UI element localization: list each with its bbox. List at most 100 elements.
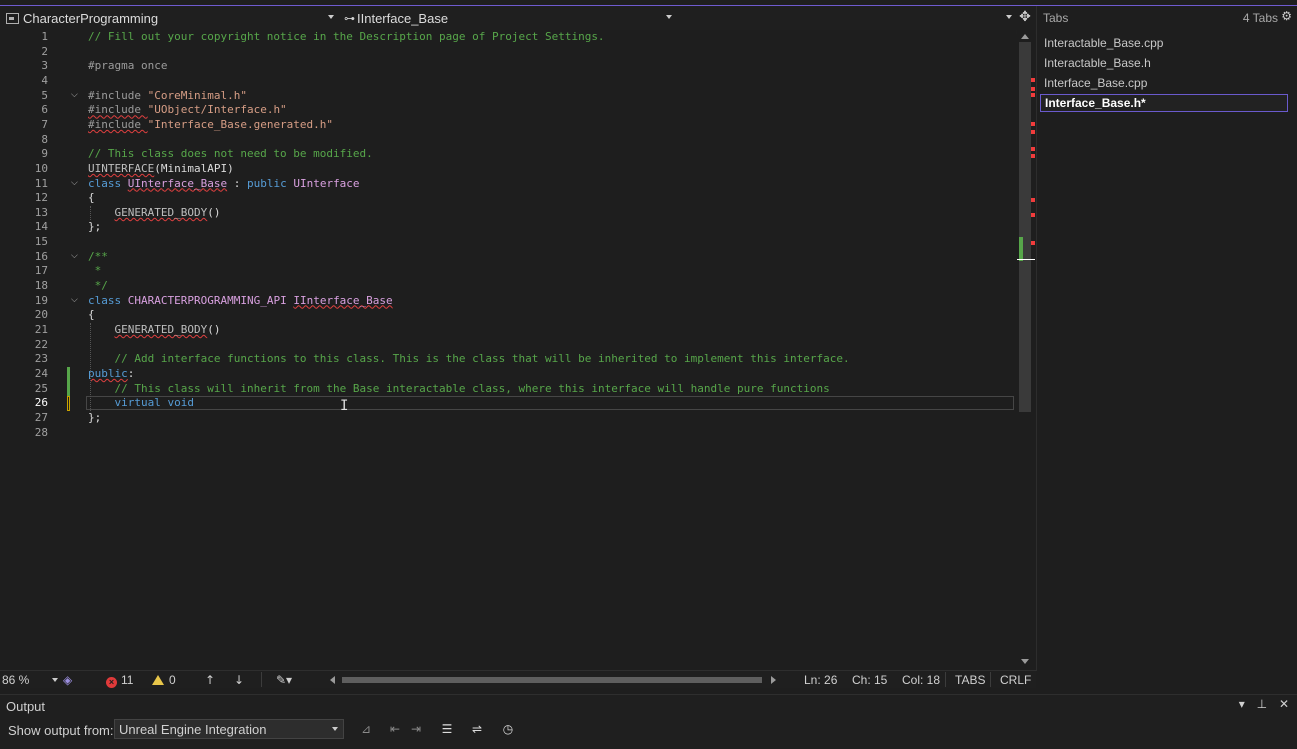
- code-line[interactable]: 1 // Fill out your copyright notice in th…: [0, 30, 1016, 45]
- code-line[interactable]: 3 #pragma once: [0, 59, 1016, 74]
- code-token: UINTERFACE: [88, 161, 155, 175]
- code-line[interactable]: 16 ⌵ /**: [0, 250, 1016, 265]
- horizontal-scrollbar[interactable]: [330, 674, 776, 686]
- code-cleanup-icon[interactable]: ✎▾: [276, 673, 292, 687]
- code-text: // Add interface functions to this class…: [88, 352, 850, 366]
- error-marker[interactable]: [1031, 130, 1035, 134]
- code-token: // Fill out your copyright notice in the…: [88, 30, 605, 43]
- symbol-dropdown[interactable]: ⊶ IInterface_Base: [342, 8, 676, 28]
- scroll-right-icon[interactable]: [771, 676, 776, 684]
- vertical-scrollbar[interactable]: [1017, 30, 1035, 670]
- column-indicator[interactable]: Col: 18: [902, 673, 940, 687]
- code-line[interactable]: 17 *: [0, 264, 1016, 279]
- word-wrap-icon[interactable]: ⇌: [469, 721, 485, 737]
- line-number: 28: [34, 425, 48, 439]
- code-editor[interactable]: 1 // Fill out your copyright notice in th…: [0, 30, 1016, 670]
- dropdown-icon[interactable]: ▾: [1239, 697, 1245, 711]
- line-ending[interactable]: CRLF: [1000, 673, 1031, 687]
- code-line[interactable]: 12 {: [0, 191, 1016, 206]
- error-marker[interactable]: [1031, 122, 1035, 126]
- timestamp-icon[interactable]: ◷: [500, 721, 516, 737]
- code-line[interactable]: 19 ⌵ class CHARACTERPROGRAMMING_API IInter…: [0, 294, 1016, 309]
- error-marker[interactable]: [1031, 154, 1035, 158]
- code-line[interactable]: 7 #include "Interface_Base.generated.h": [0, 118, 1016, 133]
- code-line[interactable]: 27};: [0, 411, 1016, 426]
- gear-icon[interactable]: ⚙: [1281, 9, 1292, 23]
- code-line[interactable]: 11 ⌵ class UInterface_Base : public UInter…: [0, 177, 1016, 192]
- clear-all-icon[interactable]: ☰: [439, 721, 455, 737]
- project-dropdown[interactable]: CharacterProgramming: [2, 8, 338, 28]
- prev-issue-button[interactable]: ↑: [205, 673, 215, 687]
- code-token: *: [88, 264, 102, 278]
- code-token: };: [88, 220, 102, 234]
- error-marker[interactable]: [1031, 198, 1035, 202]
- tab-interface-base-cpp[interactable]: Interface_Base.cpp: [1040, 75, 1288, 93]
- error-marker[interactable]: [1031, 93, 1035, 97]
- next-issue-button[interactable]: ↓: [234, 673, 244, 687]
- code-line[interactable]: 15: [0, 235, 1016, 250]
- line-number: 21: [34, 323, 48, 336]
- tab-interface-base-h[interactable]: Interface_Base.h*: [1040, 94, 1288, 112]
- fold-toggle-icon[interactable]: ⌵: [71, 251, 81, 261]
- error-count[interactable]: × 11: [106, 673, 133, 688]
- code-line[interactable]: 2: [0, 45, 1016, 60]
- error-marker[interactable]: [1031, 241, 1035, 245]
- unsaved-change-bar: [67, 396, 70, 411]
- scroll-down-icon[interactable]: [1021, 659, 1029, 664]
- code-line[interactable]: 9 // This class does not need to be modif…: [0, 147, 1016, 162]
- code-text: GENERATED_BODY(): [88, 206, 221, 220]
- code-line[interactable]: 20 {: [0, 308, 1016, 323]
- error-marker[interactable]: [1031, 87, 1035, 91]
- next-message-icon[interactable]: ⇥: [408, 721, 424, 737]
- indent-mode[interactable]: TABS: [955, 673, 985, 687]
- code-line[interactable]: 24 public:: [0, 367, 1016, 382]
- line-number: 27: [34, 410, 48, 424]
- code-line[interactable]: 25 // This class will inherit from the B…: [0, 382, 1016, 397]
- editor-status-bar: 86 % ◈ × 11 0 ↑ ↓ ✎▾ Ln: 26 Ch: 15 Col: 1…: [0, 670, 1036, 688]
- find-message-icon[interactable]: ⊿: [358, 721, 374, 737]
- code-token: :: [227, 176, 247, 190]
- code-line[interactable]: 8: [0, 133, 1016, 148]
- error-marker[interactable]: [1031, 147, 1035, 151]
- previous-message-icon[interactable]: ⇤: [387, 721, 403, 737]
- zoom-select[interactable]: 86 %: [2, 673, 60, 687]
- code-line[interactable]: 18 */: [0, 279, 1016, 294]
- tabs-title: Tabs: [1043, 11, 1069, 25]
- code-text: // This class will inherit from the Base…: [88, 382, 830, 396]
- line-number: 26: [34, 396, 48, 410]
- pin-icon[interactable]: ⊥: [1257, 697, 1267, 711]
- tab-interactable-base-h[interactable]: Interactable_Base.h: [1040, 55, 1288, 73]
- error-marker[interactable]: [1031, 213, 1035, 217]
- code-token: {: [88, 308, 95, 322]
- member-dropdown[interactable]: [680, 8, 1016, 28]
- code-line[interactable]: 21 GENERATED_BODY(): [0, 323, 1016, 338]
- line-indicator[interactable]: Ln: 26: [804, 673, 837, 687]
- code-line[interactable]: 28: [0, 426, 1016, 441]
- code-line[interactable]: 13 GENERATED_BODY(): [0, 206, 1016, 221]
- fold-toggle-icon[interactable]: ⌵: [71, 178, 81, 188]
- char-indicator[interactable]: Ch: 15: [852, 673, 887, 687]
- line-number: 16: [34, 249, 48, 263]
- fold-toggle-icon[interactable]: ⌵: [71, 295, 81, 305]
- code-line[interactable]: 23 // Add interface functions to this cl…: [0, 352, 1016, 367]
- error-marker[interactable]: [1031, 78, 1035, 82]
- tab-interactable-base-cpp[interactable]: Interactable_Base.cpp: [1040, 35, 1288, 53]
- split-window-icon[interactable]: ✥: [1018, 10, 1032, 24]
- code-line[interactable]: 10 UINTERFACE(MinimalAPI): [0, 162, 1016, 177]
- divider: [945, 672, 946, 687]
- code-line[interactable]: 4: [0, 74, 1016, 89]
- fold-toggle-icon[interactable]: ⌵: [71, 90, 81, 100]
- code-text: #include "Interface_Base.generated.h": [88, 118, 333, 132]
- code-line[interactable]: 14};: [0, 220, 1016, 235]
- scroll-thumb[interactable]: [1019, 42, 1031, 412]
- scroll-up-icon[interactable]: [1021, 34, 1029, 39]
- horizontal-scroll-thumb[interactable]: [342, 677, 762, 683]
- close-icon[interactable]: ✕: [1279, 697, 1289, 711]
- code-line[interactable]: 22: [0, 338, 1016, 353]
- copilot-icon[interactable]: ◈: [63, 673, 72, 687]
- code-line[interactable]: 5 ⌵ #include "CoreMinimal.h": [0, 89, 1016, 104]
- output-source-select[interactable]: Unreal Engine Integration: [114, 719, 344, 739]
- warning-count[interactable]: 0: [152, 673, 176, 687]
- scroll-left-icon[interactable]: [330, 676, 335, 684]
- code-line[interactable]: 6 #include "UObject/Interface.h": [0, 103, 1016, 118]
